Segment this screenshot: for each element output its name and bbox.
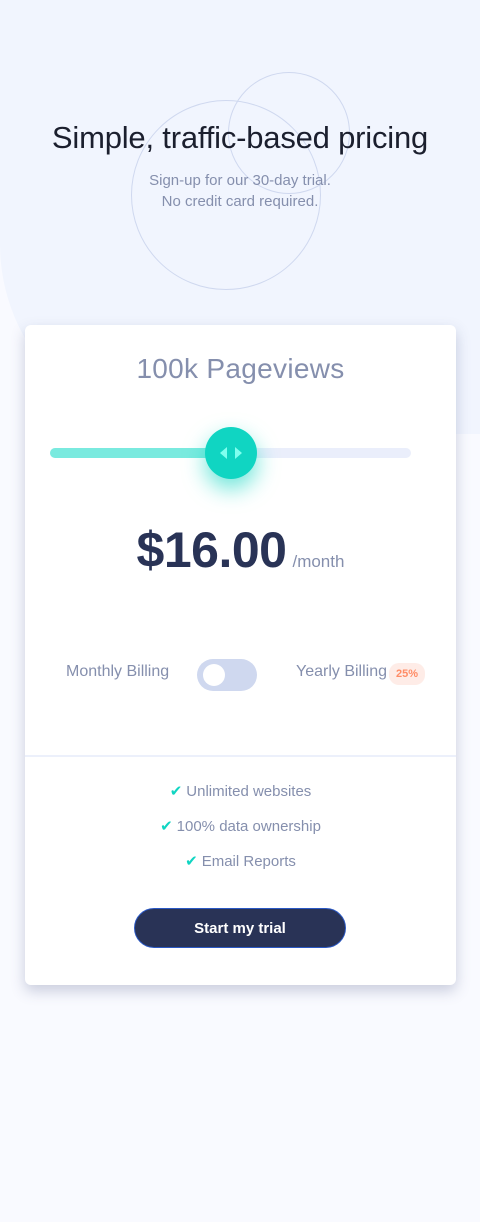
- pageviews-slider[interactable]: [50, 427, 411, 479]
- check-icon: ✔: [185, 853, 198, 870]
- arrow-right-icon: [234, 447, 242, 459]
- feature-item: ✔ 100% data ownership: [25, 817, 456, 852]
- monthly-billing-label: Monthly Billing: [66, 663, 170, 680]
- billing-toggle-row: Monthly Billing Yearly Billing 25%: [25, 658, 456, 692]
- page-header: Simple, traffic-based pricing Sign-up fo…: [0, 120, 480, 212]
- card-divider: [25, 755, 456, 757]
- feature-list: ✔ Unlimited websites ✔ 100% data ownership…: [25, 782, 456, 887]
- page-subtitle: Sign-up for our 30-day trial. No credit …: [0, 170, 480, 212]
- price-value: $16.00: [136, 522, 287, 578]
- check-icon: ✔: [160, 818, 173, 835]
- slider-fill: [50, 448, 231, 458]
- billing-toggle[interactable]: [197, 659, 257, 691]
- feature-text: Email Reports: [201, 853, 296, 870]
- check-icon: ✔: [169, 783, 183, 800]
- feature-item: ✔ Unlimited websites: [25, 782, 456, 817]
- feature-text: Unlimited websites: [186, 783, 312, 800]
- discount-badge: 25%: [389, 663, 426, 685]
- pricing-card: 100k Pageviews $16.00 /month Monthly Bil…: [25, 325, 456, 985]
- page-title: Simple, traffic-based pricing: [51, 120, 429, 155]
- arrow-left-icon: [219, 447, 227, 459]
- price-row: $16.00 /month: [25, 521, 456, 579]
- price-period: /month: [292, 552, 345, 571]
- pageviews-label: 100k Pageviews: [136, 353, 345, 384]
- start-trial-button[interactable]: Start my trial: [134, 908, 346, 948]
- feature-item: ✔ Email Reports: [25, 852, 456, 887]
- subtitle-line-1: Sign-up for our 30-day trial.: [149, 172, 331, 189]
- subtitle-line-2: No credit card required.: [161, 193, 319, 210]
- toggle-knob: [203, 664, 225, 686]
- slider-thumb[interactable]: [204, 427, 257, 479]
- yearly-billing-label: Yearly Billing: [296, 663, 388, 680]
- feature-text: 100% data ownership: [176, 818, 321, 835]
